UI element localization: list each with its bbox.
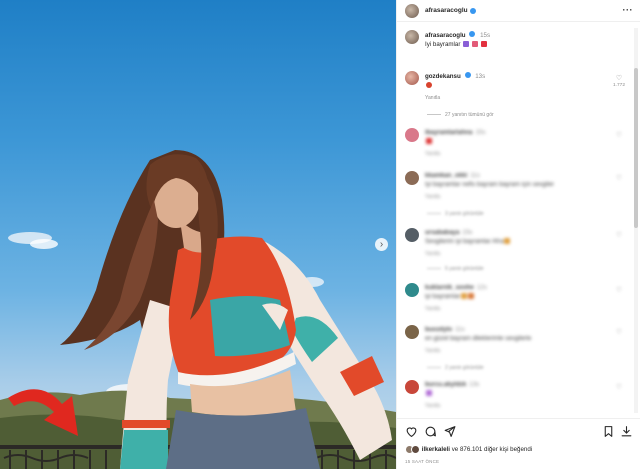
photo-illustration — [0, 150, 396, 469]
post-header: afrasaracoglu ··· — [397, 0, 640, 22]
like-comment-button[interactable]: ♡ — [611, 174, 627, 182]
caption-time: 15s — [480, 32, 491, 39]
heart-outline-icon: ♡ — [615, 287, 623, 294]
comments-panel: afrasaracoglu ··· afrasaracoglu 15s Iyi … — [396, 0, 640, 469]
like-comment-button[interactable]: ♡ — [611, 131, 627, 139]
comment-icon[interactable] — [424, 425, 437, 438]
reply-button[interactable]: Yanıtla — [425, 194, 605, 200]
action-bar — [405, 425, 633, 439]
like-comment-button[interactable]: ♡ — [611, 383, 627, 391]
heart-outline-icon: ♡ — [615, 175, 623, 182]
post-photo[interactable]: › — [0, 0, 396, 469]
heart-outline-icon: ♡ — [615, 329, 623, 336]
commenter-avatar[interactable] — [405, 283, 419, 297]
like-comment-button[interactable]: ♡ 1.772 — [611, 74, 627, 88]
comments-scrollbar[interactable] — [634, 28, 638, 413]
emoji-icon — [468, 293, 475, 300]
more-horizontal-icon[interactable]: ··· — [623, 5, 634, 15]
likes-count-text[interactable]: ve 876.101 diğer kişi beğendi — [452, 446, 533, 453]
emoji-icon — [426, 390, 432, 397]
comment-time: 11s — [455, 326, 465, 333]
commenter-avatar[interactable] — [405, 128, 419, 142]
heart-outline-icon: ♡ — [615, 384, 623, 391]
comment-username[interactable]: kuklarnik_soohe — [425, 284, 474, 291]
flower-emoji-icon — [463, 41, 470, 48]
view-replies-link[interactable]: 27 yanıtın tümünü gör — [427, 112, 494, 118]
likes-summary[interactable]: ilkerkaleli ve 876.101 diğer kişi beğend… — [405, 445, 532, 454]
reply-button[interactable]: Yanıtla — [425, 151, 605, 157]
comment-text: Iyi bayramlar nefis bayram bayram için s… — [425, 181, 554, 188]
next-photo-button[interactable]: › — [375, 238, 388, 251]
comment-username[interactable]: buozdylo — [425, 326, 452, 333]
view-replies-link[interactable]: 5 yanıtı görüntüle — [427, 266, 484, 272]
heart-outline-icon: ♡ — [615, 132, 623, 139]
commenter-avatar[interactable] — [405, 71, 419, 85]
caption-avatar[interactable] — [405, 30, 419, 44]
strawberry-emoji-icon — [426, 82, 432, 89]
reply-button[interactable]: Yanıtla — [425, 251, 605, 257]
comments-list[interactable]: afrasaracoglu 15s Iyi bayramlar gozdekan… — [397, 23, 640, 418]
reply-button[interactable]: Yanıtla — [425, 306, 605, 312]
comment-text: Sevgilerim iyi bayramlar Afra — [425, 238, 504, 245]
comment-username[interactable]: ibayramlarlahna — [425, 129, 472, 136]
likes-first-user[interactable]: ilkerkaleli — [422, 446, 450, 453]
verified-badge-icon — [469, 31, 476, 37]
comment-time: 11s — [470, 172, 480, 179]
caption-text: Iyi bayramlar — [425, 41, 461, 48]
commenter-avatar[interactable] — [405, 380, 419, 394]
post-time-ago: 15 SAAT ÖNCE — [405, 459, 440, 464]
comment-username[interactable]: kkamkan_okki — [425, 172, 467, 179]
comment-text: iyi bayramlar — [425, 293, 461, 300]
commenter-avatar[interactable] — [405, 228, 419, 242]
comment-time: 15s — [475, 129, 486, 136]
emoji-icon — [461, 293, 468, 300]
commenter-avatar[interactable] — [405, 325, 419, 339]
emoji-icon — [504, 238, 511, 245]
heart-icon[interactable] — [405, 425, 418, 438]
verified-badge-icon — [464, 72, 471, 78]
reply-button[interactable]: Yanıtla — [425, 403, 605, 409]
comment-text: en güzel bayram dileklerimle sevgilerle — [425, 335, 532, 342]
liker-avatar — [411, 445, 420, 454]
caption-username[interactable]: afrasaracoglu — [425, 32, 466, 39]
comment-time: 15s — [462, 229, 473, 236]
download-icon[interactable] — [620, 425, 633, 438]
comment-time: 13s — [469, 381, 480, 388]
emoji-icon — [426, 138, 432, 145]
post-footer: ilkerkaleli ve 876.101 diğer kişi beğend… — [397, 418, 640, 469]
reply-button[interactable]: Yanıtla — [425, 348, 605, 354]
commenter-avatar[interactable] — [405, 171, 419, 185]
author-avatar[interactable] — [405, 3, 419, 18]
view-replies-link[interactable]: 3 yanıtı görüntüle — [427, 211, 484, 217]
scrollbar-thumb[interactable] — [634, 68, 638, 228]
view-replies-link[interactable]: 2 yanıtı görüntüle — [427, 365, 484, 371]
comment-time: 13s — [475, 73, 486, 80]
heart-emoji-icon — [480, 41, 487, 48]
like-comment-button[interactable]: ♡ — [611, 231, 627, 239]
comment-username[interactable]: gozdekansu — [425, 73, 461, 80]
heart-outline-icon: ♡ — [615, 75, 623, 82]
comment-username[interactable]: burcu.akyldzk — [425, 381, 466, 388]
comment-time: 12s — [476, 284, 487, 291]
comment-username[interactable]: ursababaya — [425, 229, 459, 236]
comment-like-count: 1.772 — [612, 83, 625, 88]
bookmark-icon[interactable] — [602, 425, 615, 438]
share-icon[interactable] — [443, 425, 456, 438]
reply-button[interactable]: Yanıtla — [425, 95, 605, 101]
heart-outline-icon: ♡ — [615, 232, 623, 239]
chevron-right-icon: › — [379, 238, 384, 250]
verified-badge-icon — [469, 7, 476, 14]
like-comment-button[interactable]: ♡ — [611, 328, 627, 336]
like-comment-button[interactable]: ♡ — [611, 286, 627, 294]
author-username[interactable]: afrasaracoglu — [425, 7, 468, 14]
sparkle-heart-emoji-icon — [471, 41, 478, 48]
